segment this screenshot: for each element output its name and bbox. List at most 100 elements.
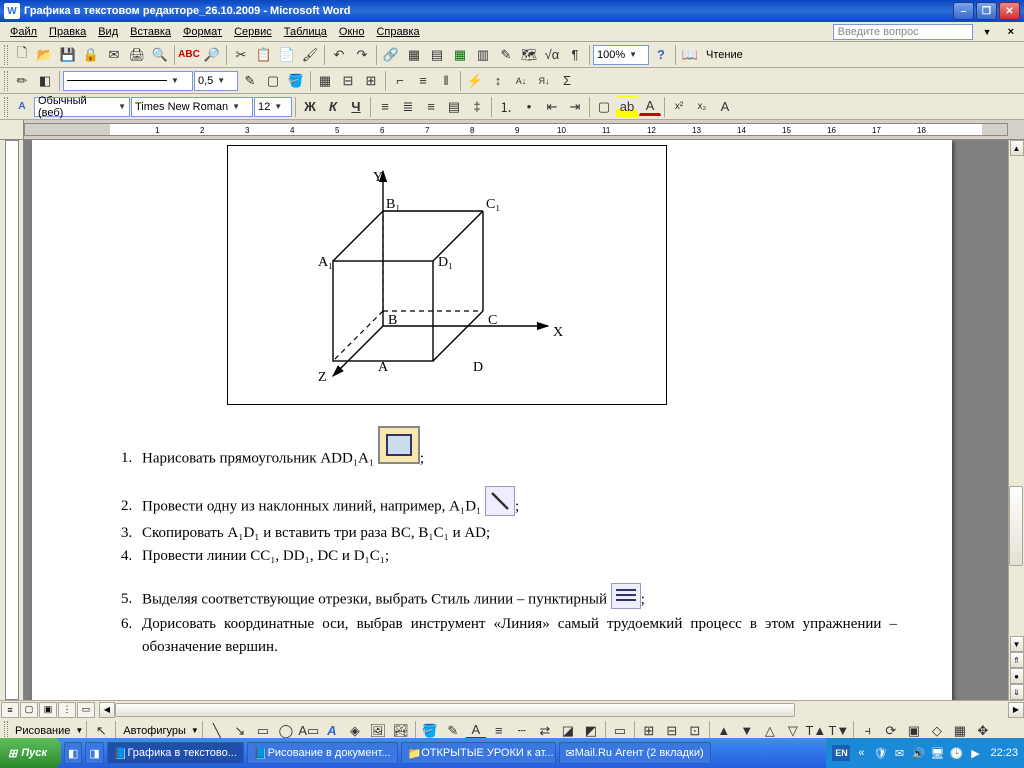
paste-icon[interactable]: 📄: [276, 44, 298, 66]
font-color-icon[interactable]: A: [639, 97, 661, 116]
border-color-icon[interactable]: ✎: [239, 70, 261, 92]
line-spacing-icon[interactable]: ‡: [466, 96, 488, 118]
h-scroll-thumb[interactable]: [115, 703, 795, 717]
font-size-combo[interactable]: 12▼: [254, 97, 292, 117]
show-marks-icon[interactable]: ¶: [564, 44, 586, 66]
format-painter-icon[interactable]: 🖌: [299, 44, 321, 66]
tables-borders-icon[interactable]: ▦: [403, 44, 425, 66]
taskbar-item[interactable]: 📁 ОТКРЫТЫЕ УРОКИ к ат...: [401, 742, 556, 764]
minimize-button[interactable]: –: [953, 2, 974, 20]
taskbar-item[interactable]: 📘 Графика в текстово...: [107, 742, 244, 764]
menu-window[interactable]: Окно: [333, 24, 371, 40]
split-cells-icon[interactable]: ⊞: [360, 70, 382, 92]
drawing-toggle-icon[interactable]: ✎: [495, 44, 517, 66]
autosum-icon[interactable]: Σ: [556, 70, 578, 92]
vertical-ruler[interactable]: [0, 140, 24, 700]
superscript-icon[interactable]: x²: [668, 96, 690, 118]
zoom-combo[interactable]: 100%▼: [593, 45, 649, 65]
numbering-icon[interactable]: ⒈: [495, 96, 517, 118]
toolbar-handle[interactable]: [4, 97, 8, 117]
font-combo[interactable]: Times New Roman▼: [131, 97, 253, 117]
outside-border-icon[interactable]: ▢: [262, 70, 284, 92]
help-search-input[interactable]: Введите вопрос: [833, 24, 973, 40]
document-canvas[interactable]: Y X Z A D B C A₁ D₁ B₁ C₁ Нарисовать пря…: [24, 140, 1024, 700]
draw-table-icon[interactable]: ✏: [11, 70, 33, 92]
close-doc-button[interactable]: ×: [1002, 24, 1020, 40]
prev-page-icon[interactable]: ⇑: [1010, 652, 1024, 668]
reading-label[interactable]: Чтение: [702, 49, 747, 61]
spellcheck-icon[interactable]: ABC: [178, 44, 200, 66]
print-view-icon[interactable]: ▣: [39, 702, 57, 718]
align-center-icon[interactable]: ≣: [397, 96, 419, 118]
help-dropdown-icon[interactable]: ▼: [977, 25, 998, 39]
tray-icon[interactable]: 🕒: [948, 745, 964, 761]
outline-view-icon[interactable]: ⋮: [58, 702, 76, 718]
copy-icon[interactable]: 📋: [253, 44, 275, 66]
char-scaling-icon[interactable]: A: [714, 96, 736, 118]
distribute-cols-icon[interactable]: ‖: [435, 70, 457, 92]
scroll-up-icon[interactable]: ▲: [1010, 140, 1024, 156]
horizontal-ruler[interactable]: 1 2 3 4 5 6 7 8 9 10 11 12 13 14 15 16 1…: [0, 120, 1024, 140]
menu-edit[interactable]: Правка: [43, 24, 92, 40]
reading-layout-icon[interactable]: 📖: [679, 44, 701, 66]
start-button[interactable]: ⊞ Пуск: [0, 738, 61, 768]
permissions-icon[interactable]: 🔒: [80, 44, 102, 66]
close-button[interactable]: ✕: [999, 2, 1020, 20]
taskbar-item[interactable]: ✉ Mail.Ru Агент (2 вкладки): [559, 742, 711, 764]
autoformat-icon[interactable]: ⚡: [464, 70, 486, 92]
sort-asc-icon[interactable]: A↓: [510, 70, 532, 92]
scroll-thumb[interactable]: [1009, 486, 1023, 566]
normal-view-icon[interactable]: ≡: [1, 702, 19, 718]
drawing-menu[interactable]: Рисование: [11, 725, 74, 737]
research-icon[interactable]: 🔎: [201, 44, 223, 66]
vertical-scrollbar[interactable]: ▲ ▼ ⇑ ● ⇓: [1008, 140, 1024, 700]
menu-help[interactable]: Справка: [370, 24, 425, 40]
styles-pane-icon[interactable]: A: [11, 96, 33, 118]
tray-icon[interactable]: ✉: [891, 745, 907, 761]
menu-file[interactable]: Файл: [4, 24, 43, 40]
columns-icon[interactable]: ▥: [472, 44, 494, 66]
scroll-down-icon[interactable]: ▼: [1010, 636, 1024, 652]
equation-icon[interactable]: √α: [541, 44, 563, 66]
menu-table[interactable]: Таблица: [278, 24, 333, 40]
menu-tools[interactable]: Сервис: [228, 24, 278, 40]
print-preview-icon[interactable]: 🔍: [149, 44, 171, 66]
borders-icon[interactable]: ▢: [593, 96, 615, 118]
shading-color-icon[interactable]: 🪣: [285, 70, 307, 92]
excel-icon[interactable]: ▦: [449, 44, 471, 66]
increase-indent-icon[interactable]: ⇥: [564, 96, 586, 118]
new-doc-icon[interactable]: 🗋: [11, 44, 33, 66]
justify-icon[interactable]: ▤: [443, 96, 465, 118]
doc-map-icon[interactable]: 🗺: [518, 44, 540, 66]
reading-view-icon[interactable]: ▭: [77, 702, 95, 718]
help-icon[interactable]: ?: [650, 44, 672, 66]
insert-table2-icon[interactable]: ▦: [314, 70, 336, 92]
insert-table-icon[interactable]: ▤: [426, 44, 448, 66]
tray-icon[interactable]: 🛡: [872, 745, 888, 761]
menu-view[interactable]: Вид: [92, 24, 124, 40]
bold-icon[interactable]: Ж: [299, 96, 321, 118]
quick-launch-icon[interactable]: ◨: [85, 742, 103, 764]
taskbar-clock[interactable]: 22:23: [990, 747, 1018, 759]
undo-icon[interactable]: ↶: [328, 44, 350, 66]
bullets-icon[interactable]: •: [518, 96, 540, 118]
save-icon[interactable]: 💾: [57, 44, 79, 66]
align-left-icon[interactable]: ≡: [374, 96, 396, 118]
style-combo[interactable]: Обычный (веб)▼: [34, 97, 130, 117]
toolbar-handle[interactable]: [4, 71, 8, 91]
toolbar-handle[interactable]: [4, 45, 8, 65]
quick-launch-icon[interactable]: ◧: [64, 742, 82, 764]
scroll-right-icon[interactable]: ▶: [1008, 702, 1024, 718]
eraser-icon[interactable]: ◧: [34, 70, 56, 92]
email-icon[interactable]: ✉: [103, 44, 125, 66]
line-weight-combo[interactable]: 0,5▼: [194, 71, 238, 91]
italic-icon[interactable]: К: [322, 96, 344, 118]
tray-icon[interactable]: 🖥: [929, 745, 945, 761]
cut-icon[interactable]: ✂: [230, 44, 252, 66]
distribute-rows-icon[interactable]: ≡: [412, 70, 434, 92]
menu-format[interactable]: Формат: [177, 24, 228, 40]
restore-button[interactable]: ❐: [976, 2, 997, 20]
taskbar-item[interactable]: 📘 Рисование в документ...: [247, 742, 398, 764]
horizontal-scrollbar[interactable]: ◀ ▶: [99, 702, 1024, 718]
next-page-icon[interactable]: ⇓: [1010, 684, 1024, 700]
